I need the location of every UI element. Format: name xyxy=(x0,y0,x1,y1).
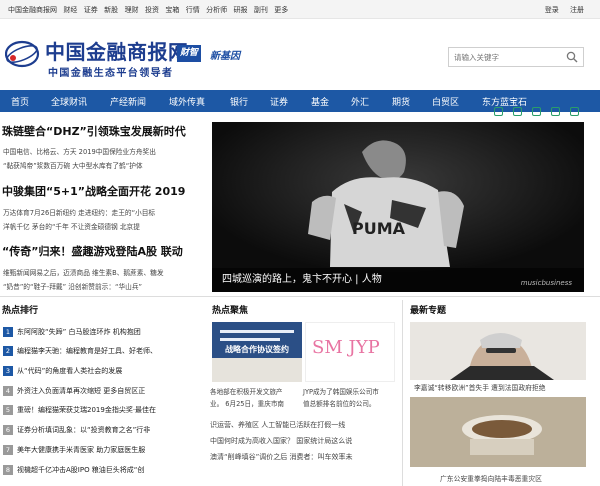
rank-number: 5 xyxy=(3,405,13,415)
rank-number: 3 xyxy=(3,366,13,376)
search-icon[interactable] xyxy=(566,51,578,63)
document-headline: 战略合作协议签约 xyxy=(225,345,289,354)
rank-item[interactable]: 8 视機超千亿冲击A股IPO 粮油巨头将成“创 xyxy=(3,465,203,475)
nav-item[interactable]: 全球财讯 xyxy=(51,95,87,108)
link-share-icon[interactable] xyxy=(551,107,560,116)
top-link[interactable]: 分析师 xyxy=(206,6,227,14)
section-title-hot-focus: 热点聚焦 xyxy=(212,306,249,316)
focus-news-item[interactable]: 澳清“削峰填谷”调价之后 消费者：叫车效率未 xyxy=(210,452,352,462)
focus-card-text[interactable]: 值总额排名前位的公司。 xyxy=(303,398,376,408)
entertainment-logos: SM JYP xyxy=(312,337,380,358)
hot-focus-thumb-doc[interactable]: 战略合作协议签约 xyxy=(212,322,302,382)
login-link[interactable]: 登录 xyxy=(545,6,559,14)
cup-image xyxy=(410,397,586,467)
svg-text:PUMA: PUMA xyxy=(352,219,406,238)
column-divider xyxy=(402,300,403,486)
rank-number: 4 xyxy=(3,386,13,396)
top-link[interactable]: 证券 xyxy=(84,6,98,14)
photo-watermark: musicbusiness xyxy=(520,279,572,287)
brand-tag-subtitle: 新基因 xyxy=(210,51,240,62)
search-input[interactable] xyxy=(449,48,559,66)
share-toolbar xyxy=(488,104,588,119)
search-box xyxy=(448,47,584,67)
top-link[interactable]: 行情 xyxy=(186,6,200,14)
divider xyxy=(0,296,600,297)
rank-number: 7 xyxy=(3,445,13,455)
portrait-image xyxy=(410,322,586,380)
section-title-latest: 最新专题 xyxy=(410,306,447,316)
latest-feature-photo-2[interactable] xyxy=(410,397,586,467)
hot-focus-thumb-logos[interactable]: SM JYP xyxy=(305,322,395,382)
nav-item[interactable]: 证券 xyxy=(270,95,288,108)
rank-item[interactable]: 1 东阿阿胶“失蹄” 白马股连环炸 机构抱团 xyxy=(3,327,203,337)
headline-subline[interactable]: 洋帆千亿 茅台的“千年 不让资金硕德钢 北京提 xyxy=(3,221,140,231)
top-link[interactable]: 新股 xyxy=(104,6,118,14)
rank-item[interactable]: 3 从“代码”的角度看人类社会的发展 xyxy=(3,366,203,376)
wechat-share-icon[interactable] xyxy=(494,107,503,116)
focus-news-item[interactable]: 中国何时成为高收入国家？ 国家统计局这么说 xyxy=(210,436,352,446)
focus-card-text[interactable]: JYP成为了韩国娱乐公司市 xyxy=(303,386,379,396)
feature-photo[interactable]: PUMA 四城巡演的路上，鬼卞不开心 | 人物 musicbusiness xyxy=(212,122,584,292)
nav-item[interactable]: 产经新闻 xyxy=(110,95,146,108)
nav-item[interactable]: 银行 xyxy=(230,95,248,108)
rank-item[interactable]: 2 编程猫李天驰：编程教育是好工具、好老师、 xyxy=(3,346,203,356)
rank-number: 2 xyxy=(3,346,13,356)
section-title-hot-rank: 热点排行 xyxy=(2,306,39,316)
headline-subline[interactable]: 中国电信、比格云、方天 2019中国保险业方舟奖出 xyxy=(3,146,156,156)
top-link[interactable]: 研报 xyxy=(234,6,248,14)
top-link[interactable]: 中国金融商报网 xyxy=(8,6,57,14)
headline-subline[interactable]: 维甄新闻网易之后，迈渍商品 维生素B、鹅蔗素、糖发 xyxy=(3,267,164,277)
nav-item[interactable]: 首页 xyxy=(11,95,29,108)
top-link[interactable]: 投资 xyxy=(145,6,159,14)
focus-news-item[interactable]: 识运营、养殖区 人工智能已活跃在打假一线 xyxy=(210,420,345,430)
performer-image: PUMA xyxy=(212,122,584,292)
qzone-share-icon[interactable] xyxy=(532,107,541,116)
rank-number: 1 xyxy=(3,327,13,337)
top-links: 中国金融商报网 财经 证券 新股 理财 投资 宝箱 行情 分析师 研报 副刊 更多 xyxy=(8,5,295,15)
focus-card-text[interactable]: 业。 6月25日，重庆市南 xyxy=(210,398,284,408)
site-name: 中国金融商报网 xyxy=(45,40,189,64)
top-link[interactable]: 财经 xyxy=(63,6,77,14)
latest-feature-photo-1[interactable] xyxy=(410,322,586,380)
headline-title[interactable]: 珠链壁合“DHZ”引领珠宝发展新时代 xyxy=(2,123,186,139)
top-utility-bar: 中国金融商报网 财经 证券 新股 理财 投资 宝箱 行情 分析师 研报 副刊 更多 登录 注册 xyxy=(0,0,600,19)
focus-card-text[interactable]: 各地部在积极开发文旅产 xyxy=(210,386,283,396)
headline-title[interactable]: “传奇”归来！盛趣游戏登陆A股 联动 xyxy=(2,243,183,259)
register-link[interactable]: 注册 xyxy=(570,6,584,14)
nav-item[interactable]: 外汇 xyxy=(351,95,369,108)
top-link[interactable]: 副刊 xyxy=(254,6,268,14)
top-link[interactable]: 宝箱 xyxy=(165,6,179,14)
latest-caption[interactable]: 广东公安重拳捣向陆丰毒恶重灾区 xyxy=(440,473,542,483)
brand-tag: 财智 xyxy=(177,45,202,62)
latest-caption[interactable]: 李嘉诚“转移欧洲”首失手 遭到法国政府拒绝 xyxy=(414,382,546,392)
nav-item[interactable]: 基金 xyxy=(311,95,329,108)
headline-title[interactable]: 中骏集团“5+1”战略全面开花 2019 xyxy=(2,183,185,199)
nav-item[interactable]: 期货 xyxy=(392,95,410,108)
nav-item[interactable]: 域外传真 xyxy=(169,95,205,108)
rank-item[interactable]: 7 美年大健康携手米青医家 助力家庭医生服 xyxy=(3,445,203,455)
headline-subline[interactable]: “奶昔”的“鞋子-拜戴” 沿创新赞前示：“华山兵” xyxy=(3,281,142,291)
nav-item[interactable]: 白贸区 xyxy=(432,95,459,108)
globe-logo-icon xyxy=(5,40,40,68)
headline-subline[interactable]: “黏获鸠帝”浆数百万碗 大中型水库有了鹤“护体 xyxy=(3,160,143,170)
rank-number: 8 xyxy=(3,465,13,475)
weibo-share-icon[interactable] xyxy=(513,107,522,116)
headline-subline[interactable]: 万达体育7月26日新纽约 走进纽约：走王的“小目标 xyxy=(3,207,155,217)
top-link[interactable]: 理财 xyxy=(125,6,139,14)
account-links: 登录 注册 xyxy=(536,5,584,15)
site-slogan: 中国金融生态平台领导者 xyxy=(48,68,174,79)
rank-item[interactable]: 6 证券分析填词乱象：以“投资教育之名”行非 xyxy=(3,425,203,435)
rank-item[interactable]: 4 外资注入负面清单再次缩短 更多自贸区正 xyxy=(3,386,203,396)
top-link[interactable]: 更多 xyxy=(274,6,288,14)
more-share-icon[interactable] xyxy=(570,107,579,116)
rank-number: 6 xyxy=(3,425,13,435)
rank-item[interactable]: 5 重磅！编程猫荣获艾瑞2019金指尖奖·最佳在 xyxy=(3,405,203,415)
site-logo[interactable]: 中国金融商报网 中国金融生态平台领导者 财智 新基因 xyxy=(5,36,295,86)
